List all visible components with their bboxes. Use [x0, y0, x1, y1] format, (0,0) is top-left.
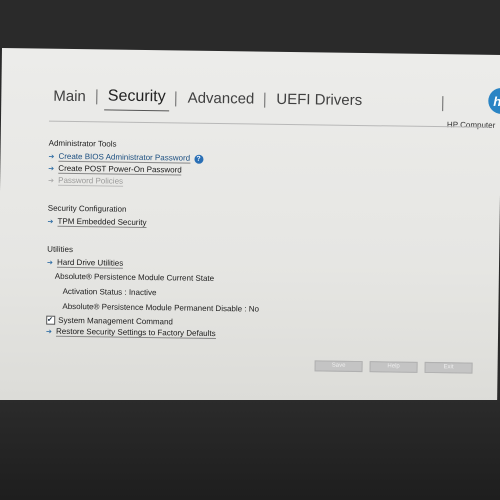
tab-security[interactable]: Security — [104, 87, 170, 106]
save-button[interactable]: Save — [314, 360, 363, 373]
link-label: Restore Security Settings to Factory Def… — [55, 326, 216, 340]
smc-label: System Management Command — [58, 315, 173, 326]
hp-computer-label: HP Computer — [446, 120, 496, 130]
help-button[interactable]: Help — [369, 361, 418, 373]
tpm-embedded-security-link[interactable]: ➔ TPM Embedded Security — [47, 216, 477, 234]
header-divider — [48, 120, 489, 128]
security-content: Administrator Tools ➔ Create BIOS Admini… — [46, 139, 479, 344]
arrow-right-icon: ➔ — [48, 165, 55, 173]
link-label: TPM Embedded Security — [57, 216, 147, 229]
exit-button[interactable]: Exit — [424, 361, 473, 374]
bios-screen: Main Security Advanced UEFI Drivers hp H… — [0, 48, 500, 407]
tab-divider — [442, 96, 444, 112]
arrow-right-icon: ➔ — [47, 218, 54, 226]
hp-logo-icon: hp — [488, 87, 500, 115]
help-icon[interactable]: ? — [194, 154, 204, 164]
tab-uefi-drivers[interactable]: UEFI Drivers — [272, 91, 366, 109]
link-label: Password Policies — [58, 175, 124, 187]
link-label: Create BIOS Administrator Password — [58, 151, 191, 164]
link-label: Create POST Power-On Password — [58, 163, 182, 176]
smc-checkbox[interactable]: ✔ — [46, 315, 56, 325]
monitor-bezel — [0, 400, 500, 500]
arrow-right-icon: ➔ — [48, 177, 55, 185]
arrow-right-icon: ➔ — [48, 153, 55, 161]
tab-main[interactable]: Main — [49, 88, 90, 106]
arrow-right-icon: ➔ — [46, 259, 53, 267]
link-label: Hard Drive Utilities — [56, 257, 124, 269]
tab-advanced[interactable]: Advanced — [184, 90, 259, 108]
button-bar: Save Help Exit — [314, 360, 480, 374]
tab-bar: Main Security Advanced UEFI Drivers — [49, 87, 380, 110]
arrow-right-icon: ➔ — [45, 328, 52, 336]
